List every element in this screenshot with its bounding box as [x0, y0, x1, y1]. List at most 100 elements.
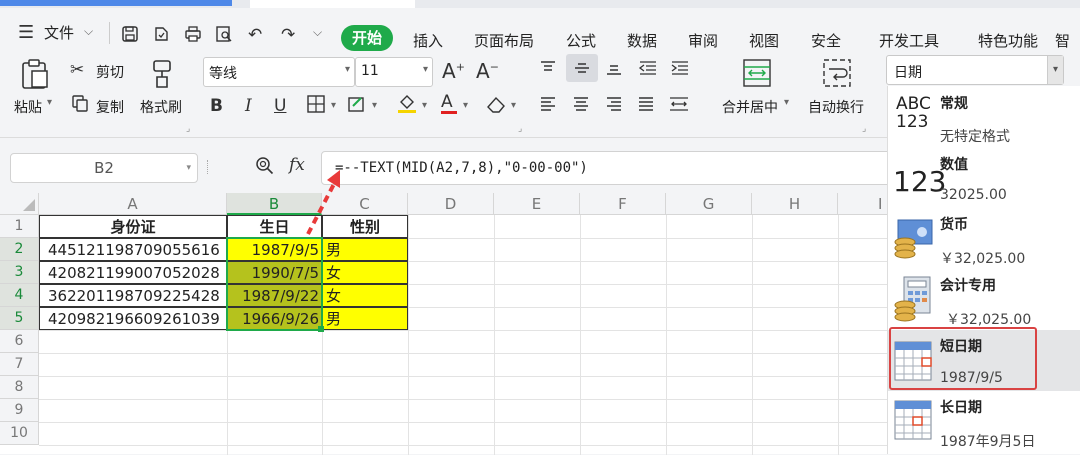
fill-color-icon[interactable]: [396, 92, 418, 119]
cell-a5[interactable]: 420982196609261039: [39, 307, 227, 330]
column-header-f[interactable]: F: [580, 193, 666, 215]
tab-review[interactable]: 审阅: [688, 30, 718, 51]
print-icon[interactable]: [184, 25, 202, 48]
font-color-icon[interactable]: A: [441, 93, 457, 114]
format-option-currency[interactable]: 货币 ￥32,025.00: [888, 208, 1080, 269]
format-option-long-date[interactable]: 长日期 1987年9月5日: [888, 391, 1080, 452]
tab-special-features[interactable]: 特色功能: [978, 30, 1038, 51]
cell-a4[interactable]: 362201198709225428: [39, 284, 227, 307]
cell-c5[interactable]: 男: [322, 307, 408, 330]
row-header-8[interactable]: 8: [0, 376, 39, 399]
clear-format-eraser-icon[interactable]: [485, 94, 507, 119]
wrap-text-icon[interactable]: [822, 58, 852, 92]
name-box[interactable]: B2 ▾: [10, 153, 198, 183]
scissors-icon[interactable]: ✂: [70, 60, 84, 80]
cell-a2[interactable]: 445121198709055616: [39, 238, 227, 261]
font-group-launcher-icon[interactable]: ⌟: [518, 124, 522, 134]
bold-button[interactable]: B: [210, 96, 223, 116]
undo-icon[interactable]: ↶: [248, 25, 262, 45]
format-painter-icon[interactable]: [148, 58, 176, 94]
formula-input[interactable]: =--TEXT(MID(A2,7,8),"0-00-00"): [321, 151, 891, 185]
format-painter-button[interactable]: 格式刷: [140, 97, 182, 117]
cell-b4[interactable]: 1987/9/22: [227, 284, 322, 307]
column-header-d[interactable]: D: [408, 193, 494, 215]
copy-icon[interactable]: [71, 94, 89, 117]
wrap-text-button[interactable]: 自动换行: [808, 97, 864, 117]
increase-font-icon[interactable]: A+: [442, 59, 465, 83]
underline-button[interactable]: U: [274, 96, 286, 116]
tab-data[interactable]: 数据: [627, 30, 657, 51]
cell-c3[interactable]: 女: [322, 261, 408, 284]
cell-c2[interactable]: 男: [322, 238, 408, 261]
paste-button[interactable]: 粘贴: [14, 97, 42, 117]
align-left-icon[interactable]: [539, 96, 557, 116]
tab-view[interactable]: 视图: [749, 30, 779, 51]
cell-style-icon[interactable]: [347, 94, 367, 119]
format-option-general[interactable]: ABC 123 常规 无特定格式: [888, 86, 1080, 147]
tab-insert[interactable]: 插入: [413, 30, 443, 51]
row-header-2[interactable]: 2: [0, 238, 39, 261]
header-cell-id[interactable]: 身份证: [39, 215, 227, 238]
increase-indent-icon[interactable]: [670, 60, 690, 80]
italic-button[interactable]: I: [245, 96, 252, 116]
row-header-7[interactable]: 7: [0, 353, 39, 376]
merge-dropdown-icon[interactable]: ▾: [784, 97, 789, 108]
align-right-icon[interactable]: [605, 96, 623, 116]
cell-b3[interactable]: 1990/7/5: [227, 261, 322, 284]
cell-b5[interactable]: 1966/9/26: [227, 307, 322, 330]
chevron-down-icon[interactable]: ▾: [331, 100, 336, 111]
tab-smart[interactable]: 智: [1055, 30, 1070, 51]
row-header-9[interactable]: 9: [0, 399, 39, 422]
row-header-10[interactable]: 10: [0, 422, 39, 445]
redo-icon[interactable]: ↷: [281, 25, 295, 45]
column-header-a[interactable]: A: [39, 193, 227, 215]
chevron-down-icon[interactable]: ▾: [511, 100, 516, 111]
decrease-font-icon[interactable]: A−: [476, 59, 499, 83]
column-header-g[interactable]: G: [666, 193, 752, 215]
align-middle-icon[interactable]: [573, 60, 591, 80]
align-bottom-icon[interactable]: [605, 60, 623, 80]
zoom-search-icon[interactable]: [255, 156, 275, 180]
chevron-down-icon[interactable]: ▾: [372, 100, 377, 111]
row-header-5[interactable]: 5: [0, 307, 39, 330]
customize-chevron-icon[interactable]: ⌵: [313, 25, 322, 40]
save-icon[interactable]: [121, 25, 139, 48]
paste-icon[interactable]: [20, 58, 50, 94]
tab-developer[interactable]: 开发工具: [879, 30, 939, 51]
cell-a3[interactable]: 420821199007052028: [39, 261, 227, 284]
justify-icon[interactable]: [637, 96, 655, 116]
merge-center-icon[interactable]: [742, 58, 772, 92]
align-center-icon[interactable]: [572, 96, 590, 116]
export-pdf-icon[interactable]: [152, 25, 170, 48]
tab-formulas[interactable]: 公式: [566, 30, 596, 51]
row-header-3[interactable]: 3: [0, 261, 39, 284]
file-menu[interactable]: 文件: [44, 22, 74, 43]
cut-button[interactable]: 剪切: [96, 62, 124, 82]
merge-center-button[interactable]: 合并居中: [722, 97, 778, 117]
font-size-select[interactable]: 11 ▾: [355, 57, 433, 87]
tab-page-layout[interactable]: 页面布局: [474, 30, 534, 51]
cell-b2[interactable]: 1987/9/5: [227, 238, 322, 261]
format-option-accounting[interactable]: 会计专用 ￥32,025.00: [888, 269, 1080, 330]
row-header-4[interactable]: 4: [0, 284, 39, 307]
row-header-1[interactable]: 1: [0, 215, 39, 238]
alignment-group-launcher-icon[interactable]: ⌟: [862, 124, 866, 134]
resize-handle[interactable]: [207, 160, 211, 174]
paste-dropdown-icon[interactable]: ▾: [47, 97, 52, 108]
active-document-tab[interactable]: [250, 0, 415, 8]
chevron-down-icon[interactable]: ⌵: [84, 24, 93, 39]
align-top-icon[interactable]: [539, 60, 557, 80]
column-header-h[interactable]: H: [752, 193, 838, 215]
chevron-down-icon[interactable]: ▾: [1047, 56, 1063, 84]
spreadsheet-grid[interactable]: A B C D E F G H I 1 2 3 4 5 6 7 8 9 10 身…: [0, 193, 924, 455]
hamburger-menu-icon[interactable]: ☰: [18, 22, 34, 43]
chevron-down-icon[interactable]: ▾: [463, 100, 468, 111]
copy-button[interactable]: 复制: [96, 97, 124, 117]
fill-handle[interactable]: [318, 326, 324, 332]
column-header-e[interactable]: E: [494, 193, 580, 215]
decrease-indent-icon[interactable]: [638, 60, 658, 80]
print-preview-icon[interactable]: [215, 25, 233, 48]
distributed-align-icon[interactable]: [668, 96, 690, 116]
tab-security[interactable]: 安全: [811, 30, 841, 51]
format-option-number[interactable]: 123 数值 32025.00: [888, 147, 1080, 208]
